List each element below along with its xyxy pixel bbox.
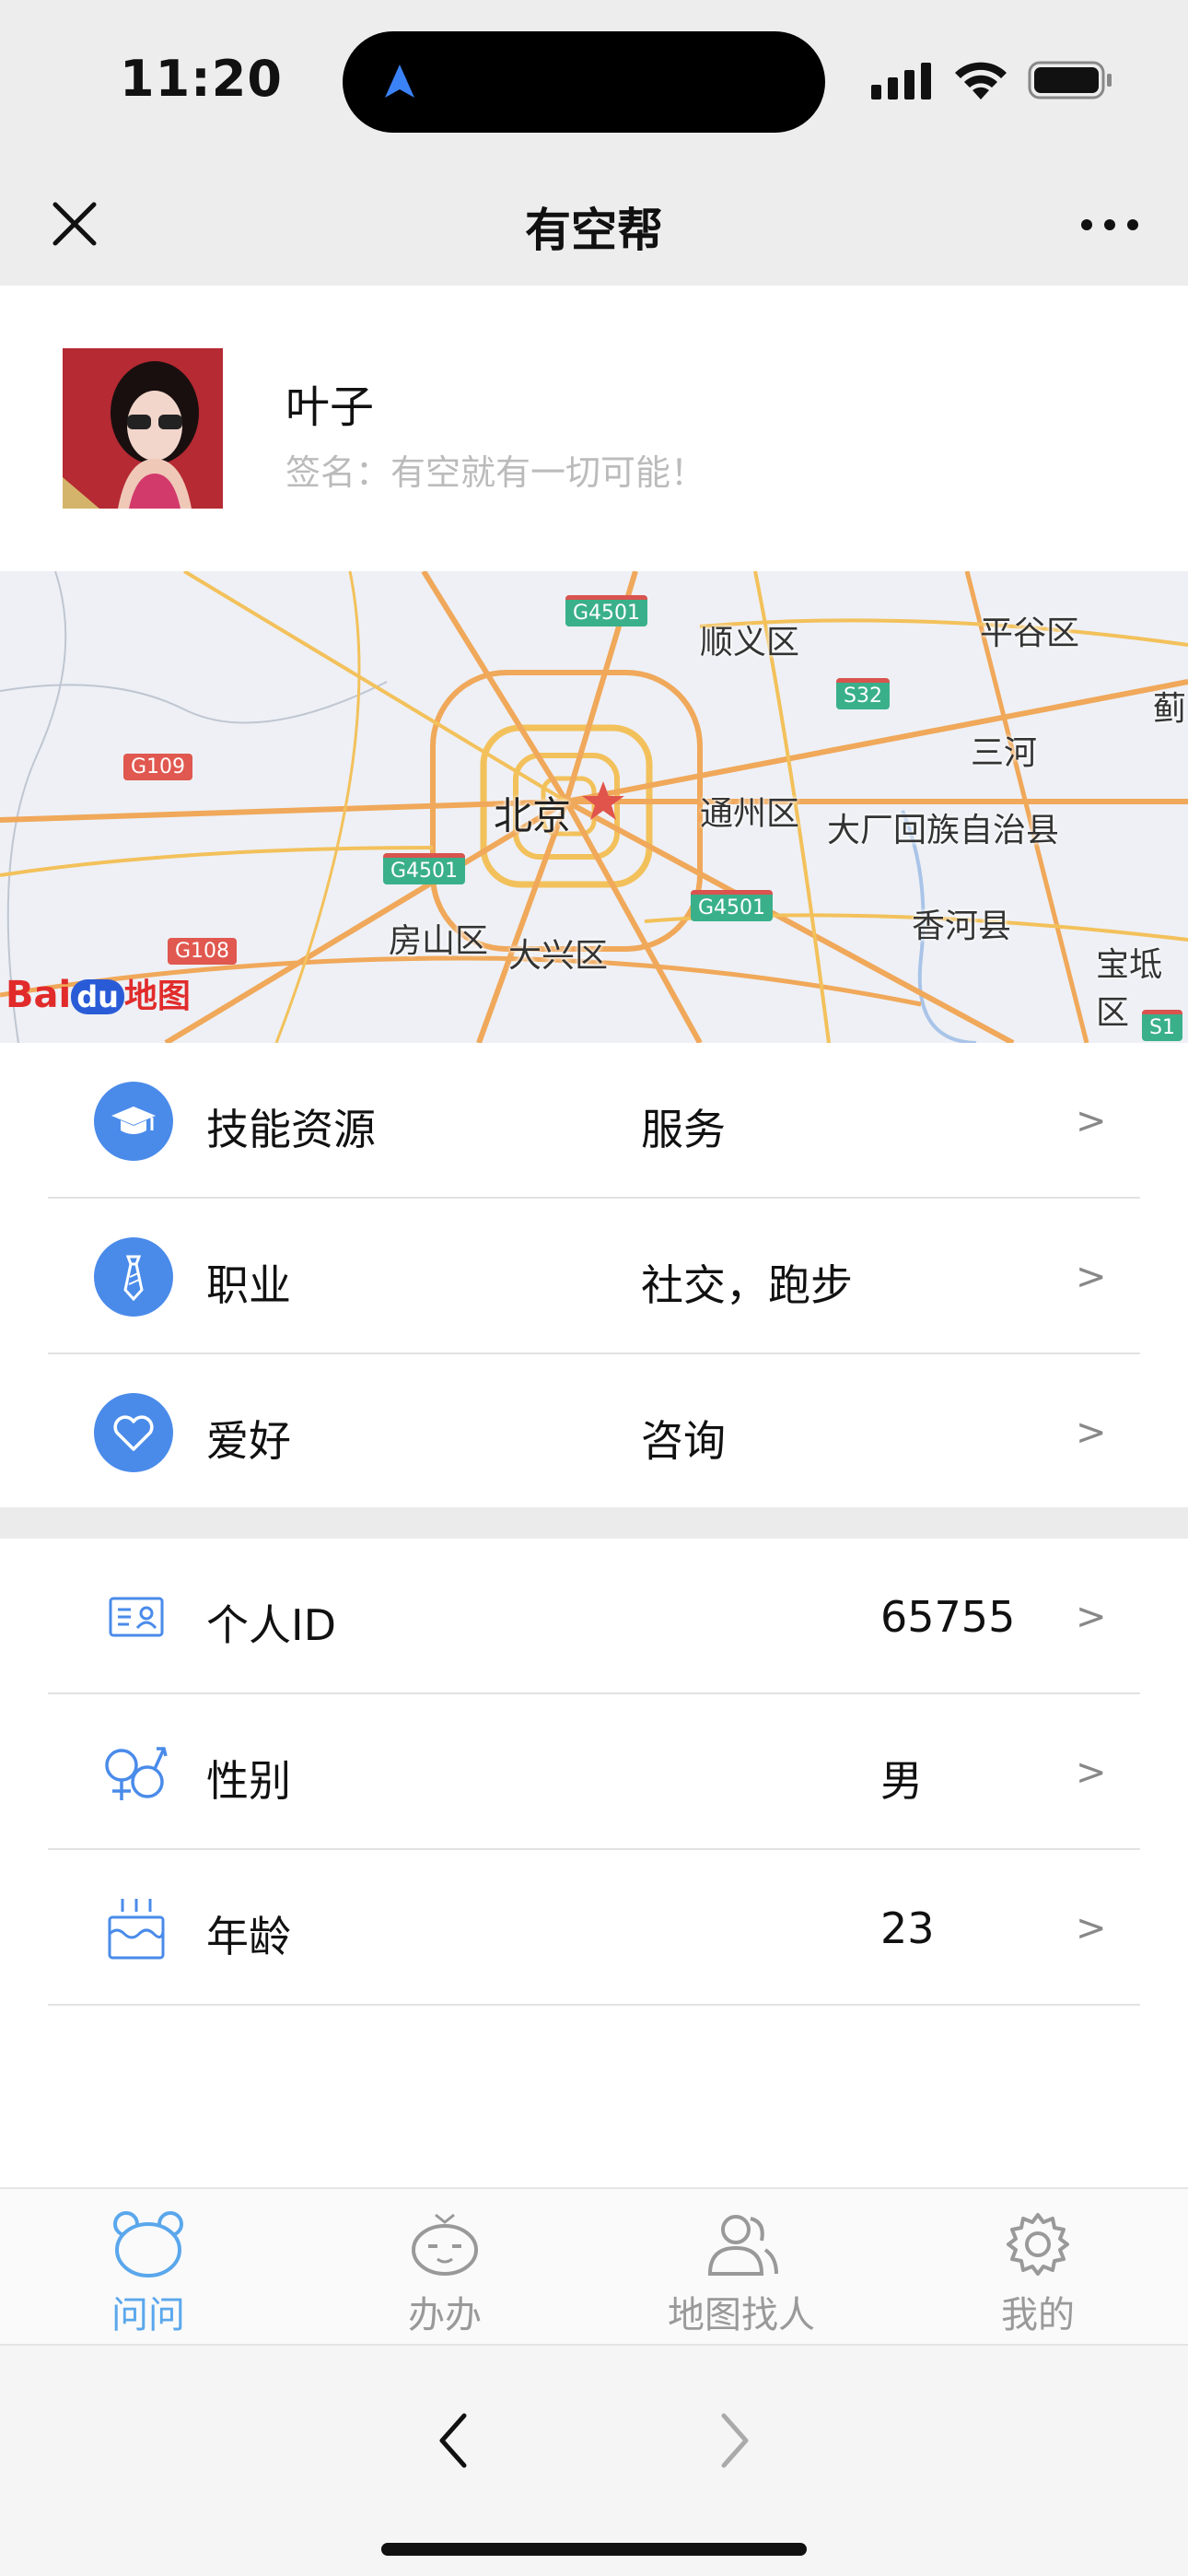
- chevron-right-icon: >: [1076, 1596, 1107, 1638]
- map-label-tongzhou: 通州区: [700, 795, 800, 833]
- profile-signature: 签名：有空就有一切可能！: [285, 452, 706, 493]
- list-item-age[interactable]: 年龄 23 >: [48, 1850, 1140, 2006]
- tab-label: 我的: [1001, 2294, 1075, 2336]
- graduation-cap-icon: [94, 1082, 173, 1161]
- skills-section: 技能资源 服务 > 职业 社交，跑步 > 爱好 咨询 >: [0, 1043, 1188, 1510]
- row-label: 个人ID: [206, 1600, 336, 1650]
- gear-icon: [1007, 2213, 1069, 2276]
- home-indicator[interactable]: [381, 2543, 807, 2556]
- birthday-cake-icon: [99, 1889, 173, 1968]
- road-badge-g109: G109: [123, 754, 193, 780]
- baidu-logo-ditu: 地图: [123, 978, 191, 1015]
- map-label-ji: 蓟: [1153, 690, 1187, 728]
- more-icon[interactable]: [1079, 214, 1140, 236]
- map-label-fangshan: 房山区: [389, 922, 489, 960]
- tab-label: 地图找人: [668, 2294, 815, 2336]
- baidu-logo-du: du: [71, 979, 124, 1014]
- necktie-icon: [94, 1237, 173, 1317]
- location-map[interactable]: G4501 S32 G109 G4501 G4501 G108 S1 顺义区 平…: [0, 571, 1188, 1043]
- tab-banban[interactable]: 办办: [297, 2189, 593, 2346]
- road-badge-g4501: G4501: [383, 853, 466, 884]
- bear-face-icon: [113, 2211, 183, 2277]
- heart-icon: [94, 1393, 173, 1472]
- list-item-personal-id[interactable]: 个人ID 65755 >: [48, 1539, 1140, 1694]
- avatar[interactable]: [63, 348, 223, 509]
- tab-mine[interactable]: 我的: [890, 2189, 1186, 2346]
- road-badge-s32: S32: [836, 678, 890, 709]
- row-value: 男: [880, 1756, 923, 1806]
- map-label-shunyi: 顺义区: [700, 624, 800, 662]
- status-time: 11:20: [120, 50, 283, 108]
- map-label-dachang: 大厂回族自治县: [827, 812, 1060, 849]
- people-icon: [707, 2215, 778, 2276]
- map-label-xianghe: 香河县: [912, 907, 1012, 945]
- map-label-sanhe: 三河: [971, 734, 1038, 772]
- profile-name: 叶子: [285, 381, 375, 433]
- id-card-icon: [99, 1577, 173, 1657]
- tab-wenwen[interactable]: 问问: [0, 2189, 297, 2346]
- list-item-occupation[interactable]: 职业 社交，跑步 >: [48, 1199, 1140, 1354]
- nav-bar: 有空帮: [0, 158, 1188, 286]
- row-label: 年龄: [206, 1912, 291, 1961]
- map-label-daxing: 大兴区: [508, 937, 609, 975]
- road-badge-g4501: G4501: [565, 595, 648, 626]
- row-label: 职业: [206, 1260, 291, 1310]
- location-arrow-icon: [385, 64, 414, 98]
- cellular-signal-icon: [871, 63, 931, 100]
- list-item-gender[interactable]: 性别 男 >: [48, 1694, 1140, 1850]
- row-value: 咨询: [641, 1416, 726, 1466]
- robot-face-icon: [412, 2213, 478, 2276]
- road-badge-g4501: G4501: [691, 890, 774, 921]
- browser-toolbar: [0, 2344, 1188, 2576]
- map-label-pinggu: 平谷区: [980, 615, 1080, 652]
- tab-label: 办办: [408, 2294, 482, 2336]
- status-bar: 11:20: [0, 0, 1188, 158]
- avatar-photo: [63, 348, 223, 509]
- battery-icon: [1028, 61, 1112, 100]
- forward-arrow-icon[interactable]: [711, 2408, 757, 2473]
- chevron-right-icon: >: [1076, 1907, 1107, 1950]
- row-label: 技能资源: [206, 1105, 376, 1154]
- profile-header[interactable]: 叶子 签名：有空就有一切可能！: [0, 286, 1188, 571]
- row-value: 社交，跑步: [641, 1260, 853, 1310]
- chevron-right-icon: >: [1076, 1411, 1107, 1454]
- row-label: 性别: [206, 1756, 291, 1806]
- map-label-baodi: 宝坻区: [1096, 946, 1163, 1032]
- map-label-beijing: 北京: [494, 793, 572, 838]
- tab-label: 问问: [111, 2294, 185, 2336]
- dynamic-island: [343, 31, 825, 133]
- row-value: 服务: [641, 1105, 726, 1154]
- gender-icon: [99, 1733, 173, 1812]
- road-badge-g108: G108: [168, 938, 238, 965]
- baidu-logo-bai: Bai: [6, 974, 72, 1016]
- page-title: 有空帮: [525, 204, 663, 257]
- wifi-icon: [955, 62, 1007, 100]
- chevron-right-icon: >: [1076, 1100, 1107, 1142]
- chevron-right-icon: >: [1076, 1256, 1107, 1298]
- row-value: 65755: [880, 1592, 1016, 1642]
- info-section: 个人ID 65755 > 性别 男 > 年龄 23 >: [0, 1539, 1188, 2006]
- row-label: 爱好: [206, 1416, 291, 1466]
- tab-bar: 问问 办办 地图找人 我的: [0, 2187, 1188, 2344]
- chevron-right-icon: >: [1076, 1751, 1107, 1794]
- baidu-map-logo: Bai du 地图: [6, 969, 191, 1017]
- back-arrow-icon[interactable]: [431, 2408, 477, 2473]
- tab-map-find-people[interactable]: 地图找人: [593, 2189, 890, 2346]
- list-item-hobby[interactable]: 爱好 咨询 >: [48, 1354, 1140, 1510]
- section-divider: [0, 1507, 1188, 1539]
- row-value: 23: [880, 1903, 935, 1953]
- list-item-skill-resources[interactable]: 技能资源 服务 >: [48, 1043, 1140, 1199]
